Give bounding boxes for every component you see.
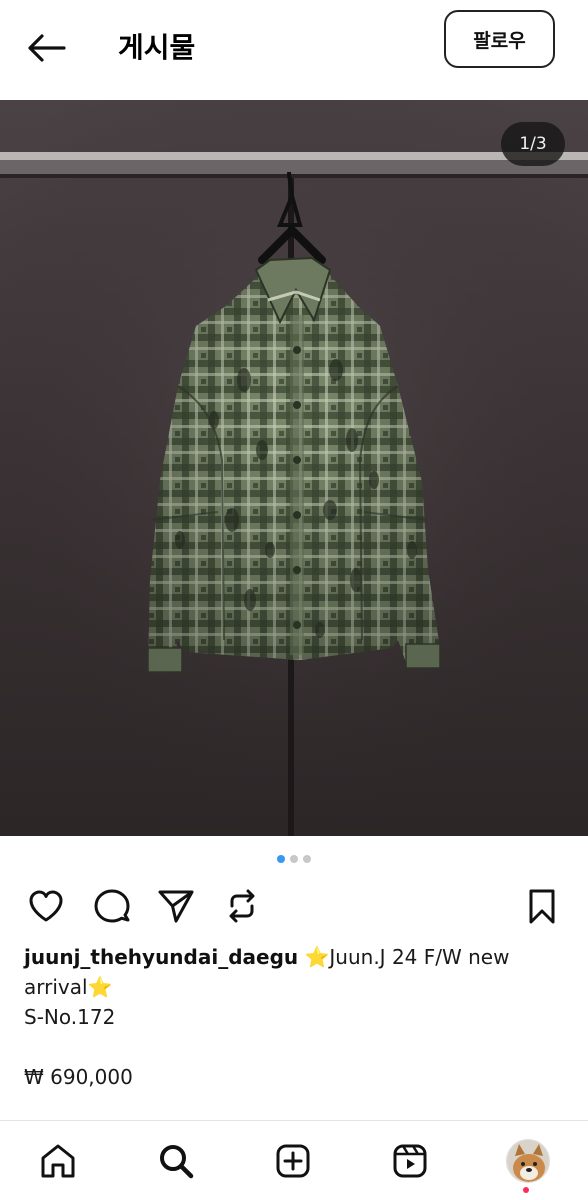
caption-line-2: S-No.172 bbox=[24, 1005, 116, 1029]
post-image[interactable]: 1/3 bbox=[0, 100, 588, 836]
home-icon bbox=[41, 1144, 75, 1178]
shirt-photo bbox=[0, 100, 588, 836]
reels-icon bbox=[393, 1144, 427, 1178]
caption-username[interactable]: juunj_thehyundai_daegu bbox=[24, 945, 298, 969]
comment-icon bbox=[94, 889, 130, 923]
price-text: ₩ 690,000 bbox=[24, 1065, 133, 1089]
carousel-dot bbox=[277, 855, 285, 863]
arrow-left-icon bbox=[28, 34, 66, 62]
back-button[interactable] bbox=[24, 28, 68, 68]
post-caption: juunj_thehyundai_daegu ⭐Juun.J 24 F/W ne… bbox=[24, 942, 564, 1032]
notification-dot bbox=[523, 1187, 529, 1193]
repost-button[interactable] bbox=[220, 884, 264, 928]
carousel-dot bbox=[303, 855, 311, 863]
nav-home[interactable] bbox=[36, 1139, 80, 1183]
dog-avatar-icon bbox=[507, 1140, 549, 1182]
profile-avatar[interactable] bbox=[506, 1139, 550, 1183]
carousel-indicator bbox=[0, 855, 588, 863]
paper-plane-icon bbox=[158, 890, 194, 923]
save-button[interactable] bbox=[520, 884, 564, 928]
comment-button[interactable] bbox=[90, 884, 134, 928]
nav-search[interactable] bbox=[154, 1139, 198, 1183]
bookmark-icon bbox=[529, 889, 555, 924]
search-icon bbox=[160, 1145, 194, 1179]
follow-button[interactable]: 팔로우 bbox=[444, 10, 555, 68]
create-icon bbox=[276, 1144, 310, 1178]
share-button[interactable] bbox=[154, 884, 198, 928]
like-button[interactable] bbox=[24, 884, 68, 928]
page-title: 게시물 bbox=[118, 31, 196, 64]
nav-create[interactable] bbox=[271, 1139, 315, 1183]
repost-icon bbox=[229, 889, 255, 923]
top-bar: 게시물 팔로우 bbox=[0, 0, 588, 100]
image-counter: 1/3 bbox=[501, 122, 565, 166]
heart-icon bbox=[29, 890, 63, 922]
carousel-dot bbox=[290, 855, 298, 863]
bottom-navigation bbox=[0, 1120, 588, 1200]
nav-reels[interactable] bbox=[388, 1139, 432, 1183]
